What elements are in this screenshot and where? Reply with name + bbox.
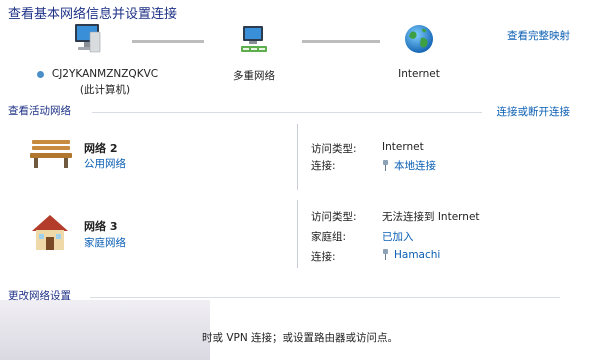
map-link-line-1 [132, 40, 204, 43]
network-3-name: 网络 3 [84, 220, 118, 233]
page-title: 查看基本网络信息并设置连接 [8, 7, 178, 22]
network-3-type-link[interactable]: 家庭网络 [84, 235, 126, 250]
vertical-divider [297, 124, 298, 190]
homegroup-joined-link[interactable]: 已加入 [382, 229, 414, 244]
section-divider-2 [90, 297, 560, 298]
bench-icon[interactable] [26, 136, 76, 170]
internet-label: Internet [398, 68, 440, 80]
view-full-map-link[interactable]: 查看完整映射 [507, 28, 570, 43]
connection-label-2: 连接: [311, 251, 336, 263]
map-link-line-2 [302, 40, 380, 43]
access-type-label: 访问类型: [311, 143, 357, 155]
active-networks-heading: 查看活动网络 [8, 105, 71, 117]
hamachi-label: Hamachi [394, 249, 441, 261]
house-icon[interactable] [28, 211, 72, 253]
vpn-setup-text: 时或 VPN 连接；或设置路由器或访问点。 [202, 332, 399, 344]
blurred-region [0, 300, 210, 360]
computer-name: CJ2YKANMZNZQKVC [51, 68, 159, 80]
multiple-networks-label: 多重网络 [233, 70, 275, 82]
hamachi-link[interactable]: Hamachi [382, 249, 440, 261]
network-icon[interactable] [237, 24, 271, 56]
homegroup-label: 家庭组: [311, 231, 347, 243]
globe-icon[interactable] [402, 22, 436, 56]
section-divider [92, 112, 482, 113]
local-connection-link[interactable]: 本地连接 [382, 158, 436, 173]
connect-disconnect-link[interactable]: 连接或断开连接 [497, 104, 571, 119]
computer-sub-label: (此计算机) [79, 84, 131, 96]
access-type-value: Internet [382, 141, 424, 153]
access-type-label-2: 访问类型: [311, 211, 357, 223]
network-2-type-link[interactable]: 公用网络 [84, 156, 126, 171]
multi-network-glyph-icon [37, 71, 44, 78]
vertical-divider-2 [297, 200, 298, 268]
network-2-name: 网络 2 [84, 142, 118, 155]
cable-icon [383, 249, 388, 260]
computer-icon[interactable] [70, 22, 104, 56]
connection-label: 连接: [311, 160, 336, 172]
access-type-value-2: 无法连接到 Internet [382, 211, 480, 223]
local-connection-label: 本地连接 [394, 160, 436, 172]
cable-icon [383, 160, 388, 171]
